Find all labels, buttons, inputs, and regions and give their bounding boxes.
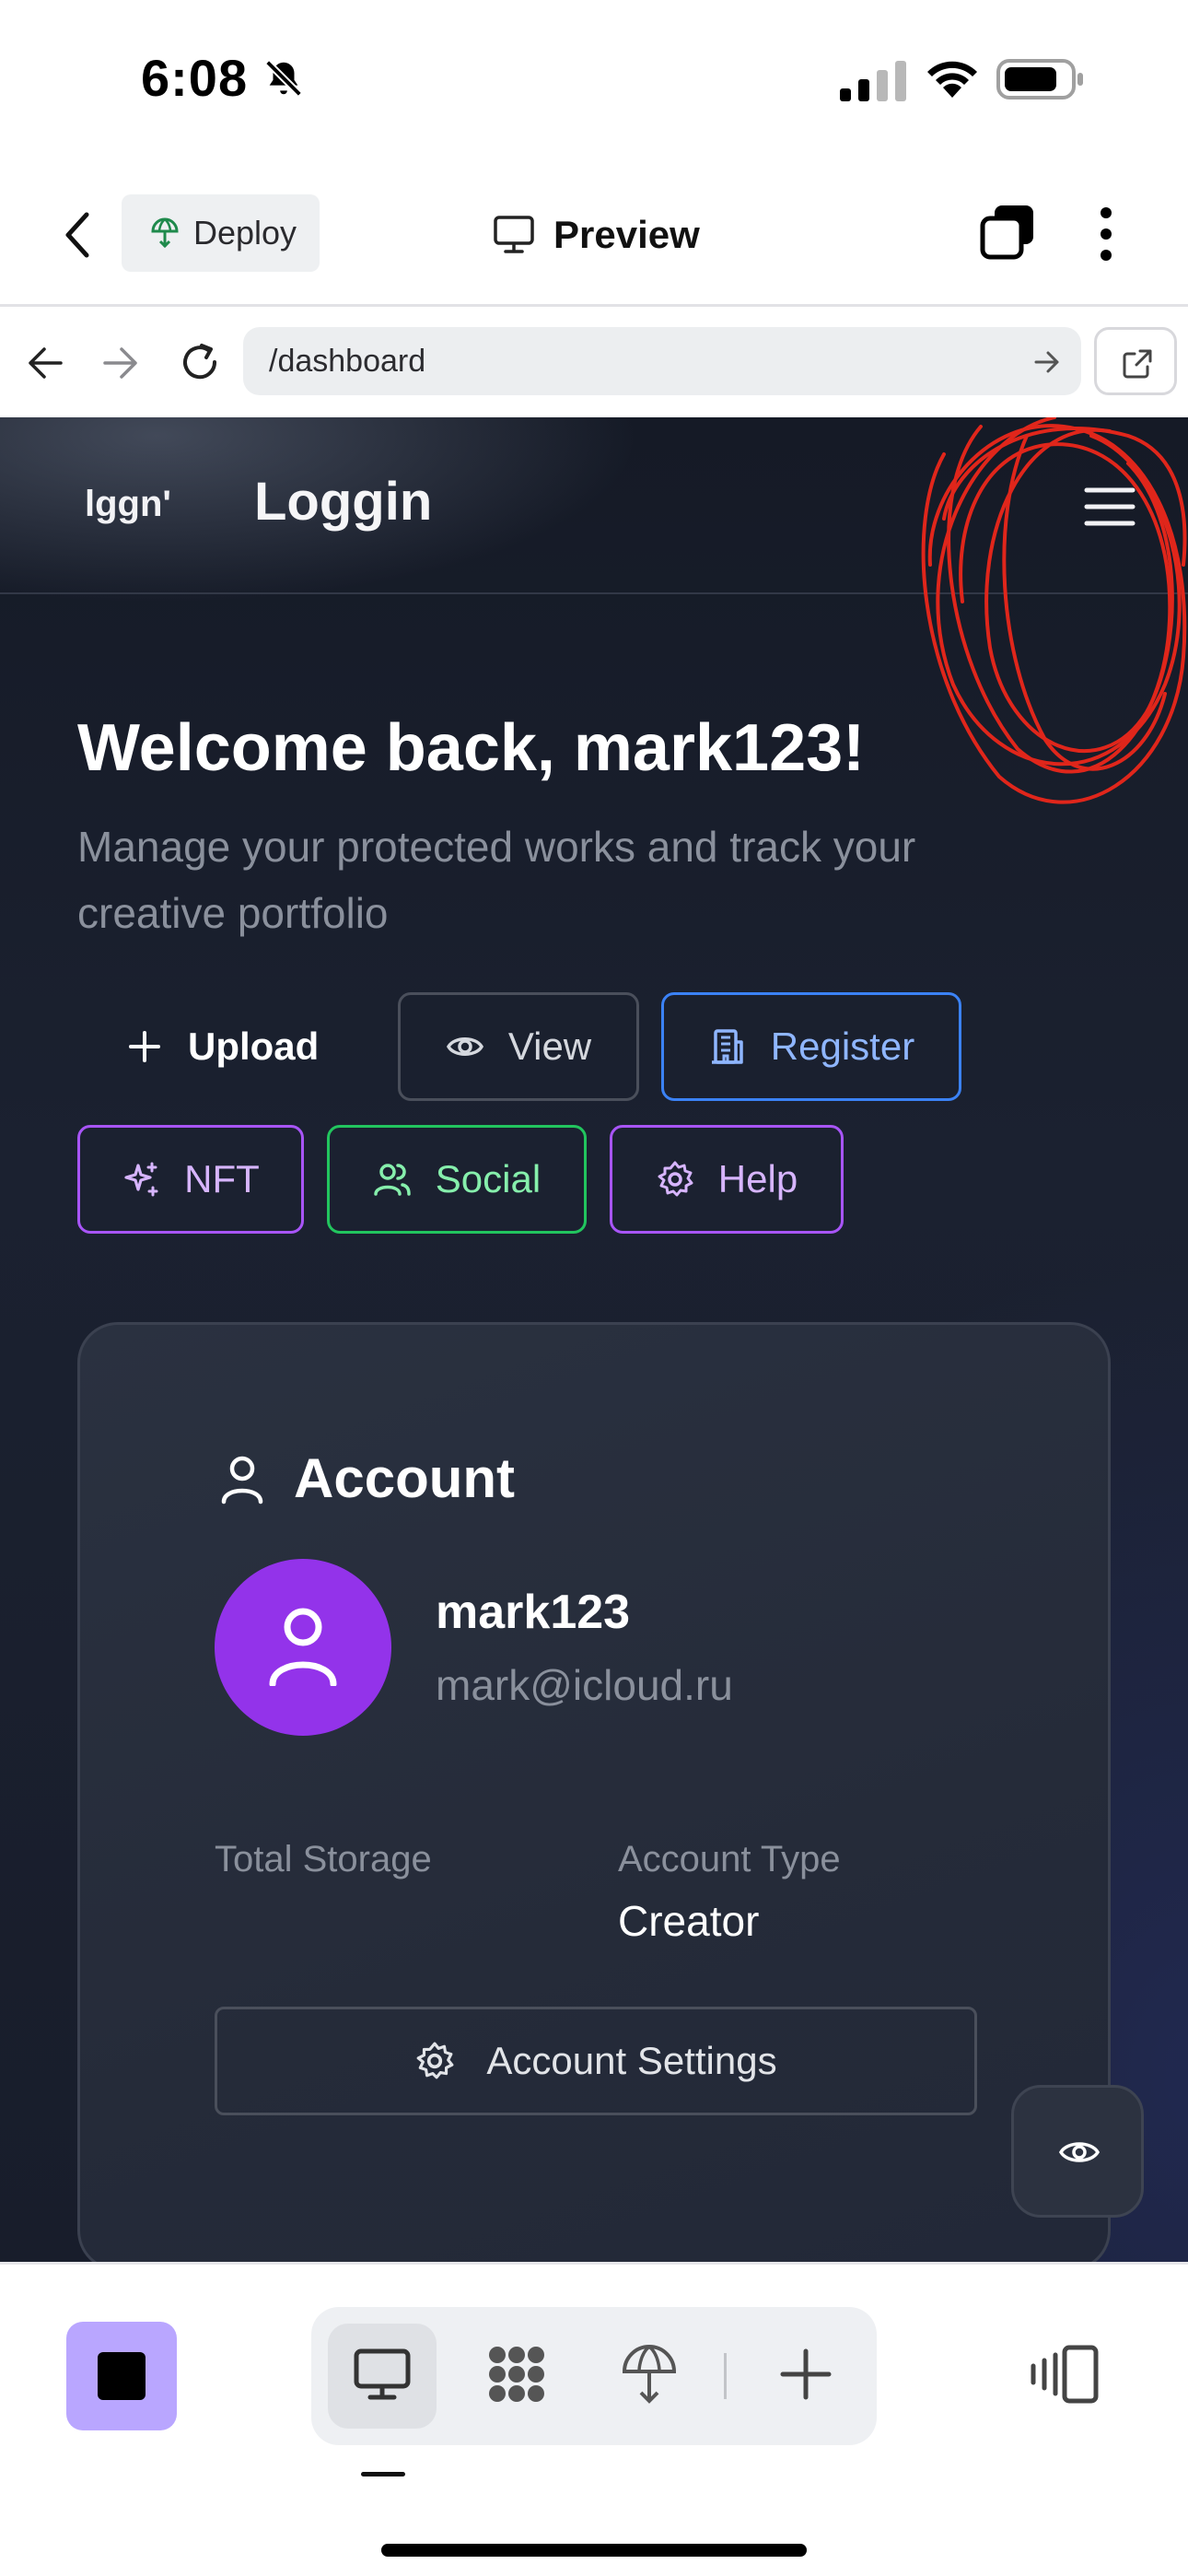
panel-switch-icon[interactable]: [1030, 2344, 1100, 2405]
monitor-icon: [354, 2348, 411, 2400]
gear-icon: [417, 2042, 454, 2079]
view-button[interactable]: View: [398, 992, 639, 1101]
monitor-icon: [494, 216, 534, 253]
preview-tool-button[interactable]: [328, 2324, 437, 2429]
workspace-tool-button[interactable]: [462, 2324, 571, 2429]
users-icon: [374, 1164, 411, 1196]
help-button[interactable]: Help: [610, 1125, 844, 1234]
stop-button[interactable]: [66, 2322, 177, 2430]
view-label: View: [507, 1025, 592, 1068]
account-settings-button[interactable]: Account Settings: [215, 2007, 977, 2115]
battery-icon: [996, 59, 1083, 100]
account-title: Account: [294, 1447, 515, 1509]
welcome-subtitle: Manage your protected works and track yo…: [77, 823, 916, 937]
total-storage-label: Total Storage: [215, 1839, 432, 1879]
stop-square-icon: [98, 2352, 146, 2400]
avatar: [215, 1559, 391, 1736]
tool-separator: [724, 2353, 727, 2399]
deploy-label: Deploy: [193, 214, 297, 252]
tool-group: [311, 2307, 877, 2445]
home-indicator: [381, 2544, 807, 2557]
social-button[interactable]: Social: [327, 1125, 587, 1234]
nft-label: NFT: [184, 1157, 260, 1200]
avatar-user-icon: [269, 1608, 337, 1686]
app-bar: Deploy Preview: [0, 161, 1188, 307]
bottom-toolbar: [0, 2262, 1188, 2576]
webapp-viewport: lggn' Loggin Welcome back, mark123! Mana…: [0, 417, 1188, 2262]
tools-grid-icon: [489, 2347, 544, 2402]
go-arrow-icon[interactable]: [1033, 349, 1061, 375]
account-card: Account mark123 mark@icloud.ru Total Sto…: [77, 1322, 1111, 2262]
upload-label: Upload: [188, 1025, 320, 1068]
arrow-left-icon[interactable]: [26, 344, 64, 382]
floating-view-button[interactable]: [1011, 2085, 1144, 2218]
plus-icon: [129, 1031, 160, 1062]
site-header: lggn' Loggin: [0, 417, 1188, 594]
building-icon: [711, 1029, 743, 1064]
open-external-button[interactable]: [1094, 327, 1177, 395]
deploy-tool-button[interactable]: [595, 2324, 704, 2429]
logo-mark[interactable]: lggn': [85, 484, 171, 525]
user-icon: [221, 1456, 263, 1505]
sparkles-icon: [124, 1162, 158, 1197]
more-vertical-icon[interactable]: [1096, 205, 1116, 263]
reload-icon[interactable]: [178, 340, 222, 384]
logo-text[interactable]: Loggin: [254, 471, 432, 533]
preview-label: Preview: [553, 213, 700, 256]
account-type-label: Account Type: [618, 1839, 841, 1879]
status-bar: 6:08: [0, 0, 1188, 161]
bell-muted-icon: [265, 60, 302, 97]
help-label: Help: [717, 1157, 798, 1200]
url-text: /dashboard: [269, 344, 426, 379]
eye-icon: [446, 1037, 483, 1056]
account-type-value: Creator: [618, 1897, 760, 1945]
external-link-icon: [1123, 349, 1152, 379]
nft-button[interactable]: NFT: [77, 1125, 304, 1234]
tabs-icon[interactable]: [980, 204, 1035, 261]
gear-icon: [658, 1161, 693, 1197]
cellular-signal-icon: [840, 61, 906, 101]
upload-button[interactable]: Upload: [92, 992, 368, 1101]
active-tab-indicator: [361, 2472, 405, 2476]
plus-icon: [780, 2348, 832, 2400]
add-tool-button[interactable]: [751, 2324, 860, 2429]
wifi-icon: [927, 61, 977, 98]
deploy-button[interactable]: Deploy: [122, 194, 320, 272]
arrow-right-icon[interactable]: [101, 344, 140, 382]
url-row: /dashboard: [0, 307, 1188, 417]
url-input[interactable]: /dashboard: [243, 327, 1081, 395]
back-chevron-icon[interactable]: [55, 207, 101, 263]
deploy-globe-icon: [151, 217, 179, 249]
preview-title: Preview: [493, 207, 700, 263]
register-label: Register: [770, 1025, 915, 1068]
deploy-globe-icon: [622, 2345, 677, 2404]
status-time: 6:08: [141, 49, 249, 107]
account-settings-label: Account Settings: [486, 2039, 777, 2082]
welcome-heading: Welcome back, mark123!: [77, 711, 866, 785]
menu-icon[interactable]: [1083, 486, 1136, 528]
account-username: mark123: [436, 1586, 631, 1639]
social-label: Social: [435, 1157, 542, 1200]
eye-icon: [1058, 2142, 1101, 2162]
register-button[interactable]: Register: [661, 992, 961, 1101]
account-email: mark@icloud.ru: [436, 1661, 733, 1709]
